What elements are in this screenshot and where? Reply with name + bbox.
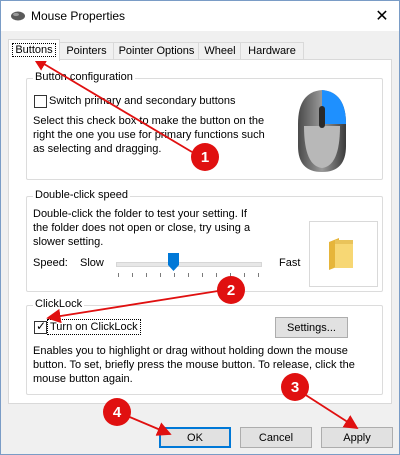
annotation-marker-1: 1 (191, 143, 219, 171)
double-click-speed-slider[interactable] (116, 262, 262, 267)
tab-hardware[interactable]: Hardware (240, 42, 304, 60)
clicklock-description: Enables you to highlight or drag without… (33, 345, 355, 385)
apply-button[interactable]: Apply (321, 427, 393, 448)
tab-pointers-label: Pointers (66, 45, 107, 57)
clicklock-label[interactable]: Turn on ClickLock (47, 319, 141, 335)
tab-wheel[interactable]: Wheel (198, 42, 242, 60)
checkmark-icon: ✓ (36, 319, 47, 333)
tab-pointer-options[interactable]: Pointer Options (113, 42, 200, 60)
close-button[interactable]: ✕ (365, 1, 399, 31)
slider-tick (188, 273, 189, 277)
slider-tick (244, 273, 245, 277)
tab-hardware-label: Hardware (248, 45, 296, 57)
cancel-button[interactable]: Cancel (240, 427, 312, 448)
clicklock-title: ClickLock (33, 298, 85, 310)
close-icon: ✕ (375, 8, 389, 25)
clicklock-settings-button[interactable]: Settings... (275, 317, 348, 338)
title-bar: Mouse Properties ✕ (1, 1, 399, 31)
double-click-description: Double-click the folder to test your set… (33, 208, 251, 248)
slider-tick (160, 273, 161, 277)
switch-buttons-label[interactable]: Switch primary and secondary buttons (49, 94, 235, 108)
mouse-properties-window: Mouse Properties ✕ Buttons Pointers Poin… (0, 0, 400, 455)
slow-label: Slow (80, 257, 104, 269)
mouse-app-icon (11, 11, 25, 21)
slider-tick (202, 273, 203, 277)
window-title: Mouse Properties (31, 9, 126, 23)
double-click-speed-title: Double-click speed (33, 189, 130, 201)
mouse-image-icon (298, 90, 346, 172)
annotation-marker-4: 4 (103, 398, 131, 426)
tab-pointer-options-label: Pointer Options (118, 45, 195, 57)
button-config-description: Select this check box to make the button… (33, 115, 265, 155)
slider-tick (118, 273, 119, 277)
fast-label: Fast (279, 257, 301, 269)
slider-tick (258, 273, 259, 277)
slider-tick (216, 273, 217, 277)
ok-button[interactable]: OK (159, 427, 231, 448)
annotation-marker-2: 2 (217, 276, 245, 304)
folder-icon (329, 238, 353, 270)
speed-label: Speed: (33, 257, 68, 269)
tab-buttons-label: Buttons (12, 43, 56, 57)
slider-tick (132, 273, 133, 277)
slider-thumb[interactable] (168, 253, 179, 271)
clicklock-checkbox[interactable]: ✓ (34, 319, 47, 334)
tab-buttons[interactable]: Buttons (8, 39, 60, 61)
switch-buttons-checkbox[interactable] (34, 95, 47, 108)
annotation-marker-3: 3 (281, 373, 309, 401)
tab-pointers[interactable]: Pointers (58, 42, 115, 60)
slider-tick (146, 273, 147, 277)
slider-tick (174, 273, 175, 277)
button-configuration-title: Button configuration (33, 71, 135, 83)
tab-wheel-label: Wheel (204, 45, 236, 57)
test-folder-area[interactable] (309, 221, 378, 287)
